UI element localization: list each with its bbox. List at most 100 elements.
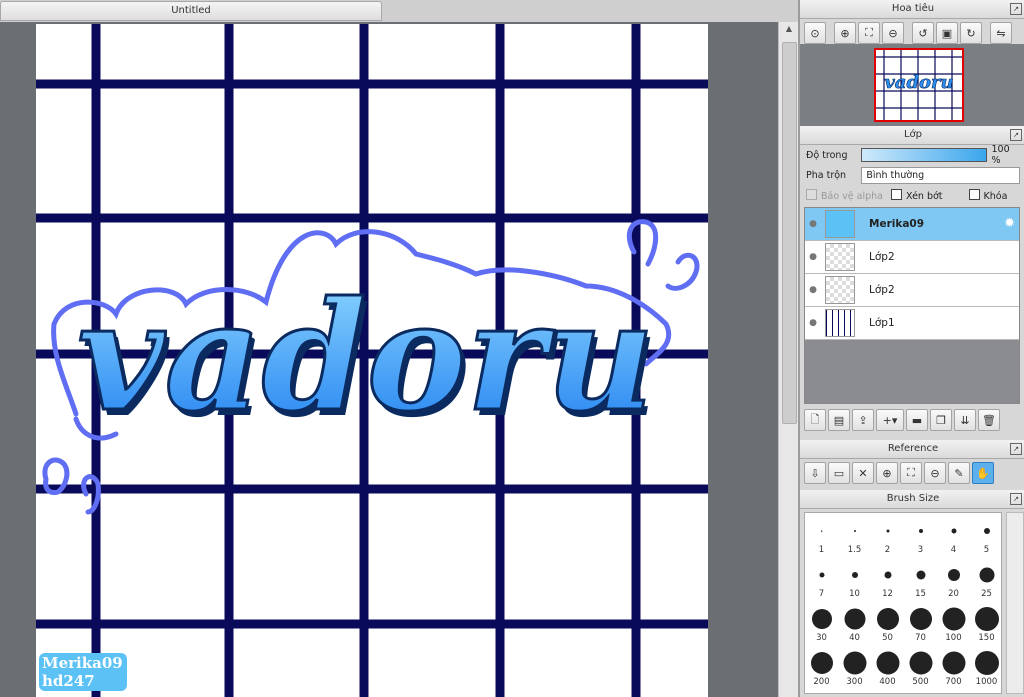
brush-size-scrollbar[interactable] <box>1006 512 1024 694</box>
visibility-icon[interactable]: ● <box>805 318 821 328</box>
rotate-ccw-icon[interactable]: ↺ <box>912 22 934 44</box>
navigator-thumbnail-art: vadoru <box>876 50 962 120</box>
zoom-in-icon[interactable]: ⊕ <box>876 462 898 484</box>
brush-size-option[interactable]: 300 <box>838 645 871 689</box>
visibility-icon[interactable]: ● <box>805 285 821 295</box>
layer-toolbar: 🗋 ▤ ⇪ +▾ ▬ ❐ ⇊ 🗑 <box>800 406 1024 434</box>
hand-icon[interactable]: ✋ <box>972 462 994 484</box>
right-sidebar: Hoa tiêu ↗ ⊙ ⊕ ⛶ ⊖ ↺ ▣ ↻ ⇋ vadoru Lớp ↗ … <box>798 0 1024 697</box>
brush-size-label: 1 <box>818 545 825 555</box>
brush-size-option[interactable]: 40 <box>838 601 871 645</box>
brush-size-option[interactable]: 150 <box>970 601 1003 645</box>
thumbnail-lettering: vadoru <box>884 72 953 93</box>
blend-mode-select[interactable]: Bình thường <box>861 166 1020 184</box>
protect-alpha-checkbox[interactable] <box>806 188 817 200</box>
brush-size-option[interactable]: 4 <box>937 513 970 557</box>
brush-size-grid[interactable]: 1 1.5 2 3 4 5 7 10 12 15 20 25 30 40 50 70 100 150 200 300 4… <box>804 512 1002 694</box>
brush-size-label: 30 <box>816 633 827 643</box>
brush-size-label: 500 <box>912 677 929 687</box>
navigator-preview[interactable]: vadoru <box>800 44 1024 126</box>
brush-dot-icon <box>844 608 865 630</box>
brush-size-option[interactable]: 100 <box>937 601 970 645</box>
open-folder-icon[interactable]: ▭ <box>828 462 850 484</box>
brush-size-option[interactable]: 2 <box>871 513 904 557</box>
brush-dot-icon <box>876 608 899 630</box>
popout-icon[interactable]: ↗ <box>1010 129 1022 141</box>
layer-list[interactable]: ● Merika09 ✹ ● Lớp2 ● Lớp2 ● Lớp1 <box>804 207 1020 404</box>
zoom-out-icon[interactable]: ⊖ <box>924 462 946 484</box>
layer-name: Lớp2 <box>869 284 895 296</box>
brush-size-option[interactable]: 1000 <box>970 645 1003 689</box>
zoom-out-icon[interactable]: ⊖ <box>882 22 904 44</box>
popout-icon[interactable]: ↗ <box>1010 493 1022 505</box>
brush-size-option[interactable]: 25 <box>970 557 1003 601</box>
lock-checkbox[interactable] <box>968 188 980 200</box>
blend-label: Pha trộn <box>806 169 847 181</box>
brush-size-option[interactable]: 1 <box>805 513 838 557</box>
brush-size-label: 1.5 <box>847 545 862 555</box>
folder-icon[interactable]: ▬ <box>906 409 928 431</box>
fit-icon[interactable]: ⛶ <box>858 22 880 44</box>
scroll-thumb[interactable] <box>782 42 797 424</box>
popout-icon[interactable]: ↗ <box>1010 3 1022 15</box>
layer-item-lop1[interactable]: ● Lớp1 <box>805 307 1019 340</box>
close-icon[interactable]: ✕ <box>852 462 874 484</box>
layer-name: Lớp2 <box>869 251 895 263</box>
brush-size-panel: Brush Size ↗ 1 1.5 2 3 4 5 7 10 12 15 20 25 30 40 50 70… <box>800 490 1024 697</box>
copy-layer-icon[interactable]: ❐ <box>930 409 952 431</box>
rotate-cw-icon[interactable]: ↻ <box>960 22 982 44</box>
gear-icon[interactable]: ✹ <box>1004 216 1015 231</box>
brush-size-label: 12 <box>882 589 893 599</box>
zoom-in-icon[interactable]: ⊕ <box>834 22 856 44</box>
merge-layer-icon[interactable]: ⇊ <box>954 409 976 431</box>
layer-item-lop2-colored[interactable]: ● Lớp2 <box>805 241 1019 274</box>
fit-icon[interactable]: ⛶ <box>900 462 922 484</box>
drawing-canvas[interactable]: vadoru vadoru Merika09 hd247 <box>36 24 708 697</box>
brush-size-option[interactable]: 500 <box>904 645 937 689</box>
visibility-icon[interactable]: ● <box>805 219 821 229</box>
zoom-actual-icon[interactable]: ⊙ <box>804 22 826 44</box>
clipping-label: Xén bớt <box>906 190 943 202</box>
watermark: Merika09 hd247 <box>39 653 127 691</box>
brush-size-label: 50 <box>882 633 893 643</box>
brush-size-option[interactable]: 12 <box>871 557 904 601</box>
brush-dot-icon <box>820 530 823 532</box>
brush-size-option[interactable]: 200 <box>805 645 838 689</box>
reference-toolbar: ⇩ ▭ ✕ ⊕ ⛶ ⊖ ✎ ✋ <box>800 459 1024 487</box>
brush-size-option[interactable]: 5 <box>970 513 1003 557</box>
import-icon[interactable]: ⇩ <box>804 462 826 484</box>
brush-size-option[interactable]: 50 <box>871 601 904 645</box>
canvas-vertical-scrollbar[interactable]: ▲ <box>778 22 799 697</box>
brush-size-option[interactable]: 3 <box>904 513 937 557</box>
brush-size-option[interactable]: 7 <box>805 557 838 601</box>
new-layer-icon[interactable]: 🗋 <box>804 409 826 431</box>
delete-layer-icon[interactable]: 🗑 <box>978 409 1000 431</box>
canvas-workspace[interactable]: vadoru vadoru Merika09 hd247 <box>0 22 778 697</box>
opacity-slider[interactable] <box>860 148 988 162</box>
flip-icon[interactable]: ⇋ <box>990 22 1012 44</box>
document-tab[interactable]: Untitled <box>0 1 382 21</box>
brush-size-option[interactable]: 10 <box>838 557 871 601</box>
blend-row: Pha trộn Bình thường <box>800 165 1024 185</box>
brush-size-option[interactable]: 1.5 <box>838 513 871 557</box>
new-raster-icon[interactable]: ▤ <box>828 409 850 431</box>
reset-rotation-icon[interactable]: ▣ <box>936 22 958 44</box>
popout-icon[interactable]: ↗ <box>1010 443 1022 455</box>
clipping-checkbox[interactable] <box>891 188 902 200</box>
scroll-up-icon[interactable]: ▲ <box>782 22 796 36</box>
brush-size-label: 700 <box>945 677 962 687</box>
layer-item-lop2-ink[interactable]: ● Lớp2 <box>805 274 1019 307</box>
brush-size-option[interactable]: 70 <box>904 601 937 645</box>
visibility-icon[interactable]: ● <box>805 252 821 262</box>
brush-size-option[interactable]: 30 <box>805 601 838 645</box>
layer-name: Lớp1 <box>869 317 895 329</box>
brush-size-option[interactable]: 20 <box>937 557 970 601</box>
new-vector-icon[interactable]: ⇪ <box>852 409 874 431</box>
brush-size-option[interactable]: 400 <box>871 645 904 689</box>
navigator-thumbnail[interactable]: vadoru <box>874 48 964 122</box>
brush-size-option[interactable]: 15 <box>904 557 937 601</box>
add-layer-dropdown-icon[interactable]: +▾ <box>876 409 904 431</box>
brush-size-option[interactable]: 700 <box>937 645 970 689</box>
eyedropper-icon[interactable]: ✎ <box>948 462 970 484</box>
layer-item-merika09[interactable]: ● Merika09 ✹ <box>805 208 1019 241</box>
